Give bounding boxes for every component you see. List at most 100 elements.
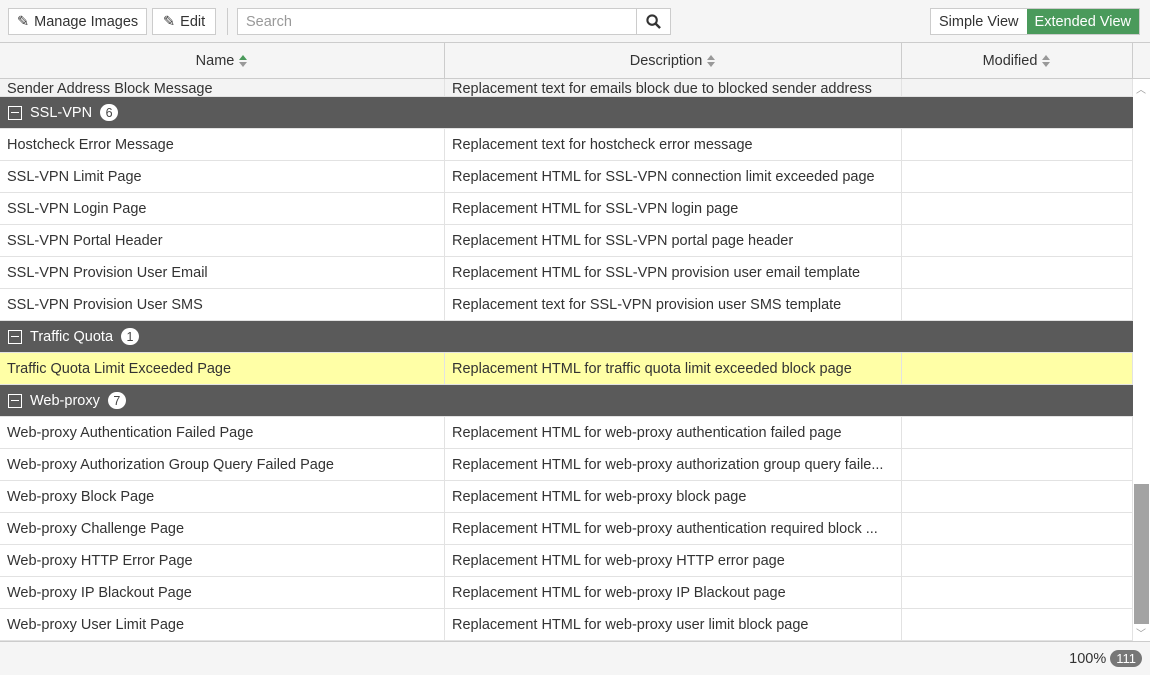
- table-row[interactable]: Web-proxy Authorization Group Query Fail…: [0, 449, 1133, 481]
- cell-description: Replacement HTML for web-proxy authentic…: [445, 417, 902, 448]
- simple-view-button[interactable]: Simple View: [931, 9, 1027, 34]
- scroll-down-icon[interactable]: ﹀: [1136, 625, 1146, 640]
- edit-button[interactable]: ✎ Edit: [152, 8, 216, 35]
- group-header[interactable]: Web-proxy 7: [0, 385, 1133, 417]
- group-count-badge: 7: [108, 392, 126, 409]
- table-row[interactable]: SSL-VPN Provision User EmailReplacement …: [0, 257, 1133, 289]
- table-row[interactable]: Traffic Quota Limit Exceeded PageReplace…: [0, 353, 1133, 385]
- search-input[interactable]: [238, 9, 636, 34]
- column-header-description[interactable]: Description: [445, 43, 902, 78]
- cell-description: Replacement text for emails block due to…: [445, 79, 902, 96]
- cell-name: SSL-VPN Provision User Email: [0, 257, 445, 288]
- cell-name: Web-proxy IP Blackout Page: [0, 577, 445, 608]
- cell-description: Replacement text for SSL-VPN provision u…: [445, 289, 902, 320]
- zoom-level: 100%: [1069, 651, 1106, 667]
- manage-images-button[interactable]: ✎ Manage Images: [8, 8, 147, 35]
- cell-name: SSL-VPN Provision User SMS: [0, 289, 445, 320]
- column-description-label: Description: [630, 53, 703, 69]
- cell-description: Replacement HTML for traffic quota limit…: [445, 353, 902, 384]
- search-button[interactable]: [636, 9, 670, 34]
- scrollbar[interactable]: ︿ ﹀: [1133, 79, 1150, 641]
- table-row[interactable]: Web-proxy Block PageReplacement HTML for…: [0, 481, 1133, 513]
- column-header-name[interactable]: Name: [0, 43, 445, 78]
- total-count-badge: 111: [1110, 650, 1142, 667]
- column-header-modified[interactable]: Modified: [902, 43, 1133, 78]
- group-label: Traffic Quota: [30, 329, 113, 345]
- table-row[interactable]: SSL-VPN Provision User SMSReplacement te…: [0, 289, 1133, 321]
- sort-icon: [1041, 54, 1051, 68]
- cell-name: Hostcheck Error Message: [0, 129, 445, 160]
- group-label: SSL-VPN: [30, 105, 92, 121]
- cell-name: Web-proxy User Limit Page: [0, 609, 445, 640]
- view-toggle: Simple View Extended View: [930, 8, 1140, 35]
- cell-modified: [902, 129, 1133, 160]
- cell-modified: [902, 609, 1133, 640]
- cell-description: Replacement text for hostcheck error mes…: [445, 129, 902, 160]
- cell-description: Replacement HTML for SSL-VPN connection …: [445, 161, 902, 192]
- collapse-icon[interactable]: [8, 106, 22, 120]
- cell-description: Replacement HTML for SSL-VPN provision u…: [445, 257, 902, 288]
- cell-name: Sender Address Block Message: [0, 79, 445, 96]
- table-body: Sender Address Block Message Replacement…: [0, 79, 1133, 641]
- manage-images-label: Manage Images: [34, 14, 138, 30]
- extended-view-button[interactable]: Extended View: [1027, 9, 1139, 34]
- cell-name: Web-proxy Authorization Group Query Fail…: [0, 449, 445, 480]
- scrollbar-thumb[interactable]: [1134, 484, 1149, 624]
- column-name-label: Name: [196, 53, 235, 69]
- cell-name: Web-proxy Block Page: [0, 481, 445, 512]
- footer: 100% 111: [0, 641, 1150, 675]
- column-modified-label: Modified: [983, 53, 1038, 69]
- search-box: [237, 8, 671, 35]
- cell-modified: [902, 193, 1133, 224]
- scroll-up-icon[interactable]: ︿: [1136, 81, 1146, 96]
- cell-description: Replacement HTML for web-proxy IP Blacko…: [445, 577, 902, 608]
- cell-description: Replacement HTML for web-proxy block pag…: [445, 481, 902, 512]
- cell-name: Web-proxy Authentication Failed Page: [0, 417, 445, 448]
- cell-modified: [902, 289, 1133, 320]
- group-count-badge: 1: [121, 328, 139, 345]
- group-count-badge: 6: [100, 104, 118, 121]
- pencil-icon: ✎: [17, 14, 29, 30]
- search-icon: [646, 14, 661, 29]
- table-row[interactable]: Web-proxy HTTP Error PageReplacement HTM…: [0, 545, 1133, 577]
- cell-modified: [902, 79, 1133, 96]
- group-label: Web-proxy: [30, 393, 100, 409]
- cell-name: Traffic Quota Limit Exceeded Page: [0, 353, 445, 384]
- table-row[interactable]: Sender Address Block Message Replacement…: [0, 79, 1133, 97]
- cell-modified: [902, 161, 1133, 192]
- cell-description: Replacement HTML for web-proxy authentic…: [445, 513, 902, 544]
- toolbar-divider: [227, 8, 228, 35]
- cell-name: SSL-VPN Portal Header: [0, 225, 445, 256]
- cell-modified: [902, 577, 1133, 608]
- cell-name: SSL-VPN Limit Page: [0, 161, 445, 192]
- sort-icon: [238, 54, 248, 68]
- cell-name: Web-proxy Challenge Page: [0, 513, 445, 544]
- table-row[interactable]: Hostcheck Error MessageReplacement text …: [0, 129, 1133, 161]
- cell-description: Replacement HTML for SSL-VPN login page: [445, 193, 902, 224]
- cell-modified: [902, 225, 1133, 256]
- table-row[interactable]: Web-proxy Challenge PageReplacement HTML…: [0, 513, 1133, 545]
- cell-description: Replacement HTML for web-proxy HTTP erro…: [445, 545, 902, 576]
- table-header: Name Description Modified: [0, 43, 1150, 79]
- table-row[interactable]: Web-proxy Authentication Failed PageRepl…: [0, 417, 1133, 449]
- table-row[interactable]: SSL-VPN Limit PageReplacement HTML for S…: [0, 161, 1133, 193]
- cell-description: Replacement HTML for web-proxy authoriza…: [445, 449, 902, 480]
- table-row[interactable]: Web-proxy IP Blackout PageReplacement HT…: [0, 577, 1133, 609]
- collapse-icon[interactable]: [8, 394, 22, 408]
- cell-modified: [902, 417, 1133, 448]
- toolbar: ✎ Manage Images ✎ Edit Simple View Exten…: [0, 0, 1150, 43]
- cell-name: SSL-VPN Login Page: [0, 193, 445, 224]
- cell-description: Replacement HTML for SSL-VPN portal page…: [445, 225, 902, 256]
- sort-icon: [706, 54, 716, 68]
- cell-modified: [902, 545, 1133, 576]
- cell-description: Replacement HTML for web-proxy user limi…: [445, 609, 902, 640]
- table-row[interactable]: Web-proxy User Limit PageReplacement HTM…: [0, 609, 1133, 641]
- group-header[interactable]: SSL-VPN 6: [0, 97, 1133, 129]
- table-row[interactable]: SSL-VPN Portal HeaderReplacement HTML fo…: [0, 225, 1133, 257]
- collapse-icon[interactable]: [8, 330, 22, 344]
- cell-modified: [902, 257, 1133, 288]
- cell-modified: [902, 481, 1133, 512]
- group-header[interactable]: Traffic Quota 1: [0, 321, 1133, 353]
- table-row[interactable]: SSL-VPN Login PageReplacement HTML for S…: [0, 193, 1133, 225]
- cell-modified: [902, 449, 1133, 480]
